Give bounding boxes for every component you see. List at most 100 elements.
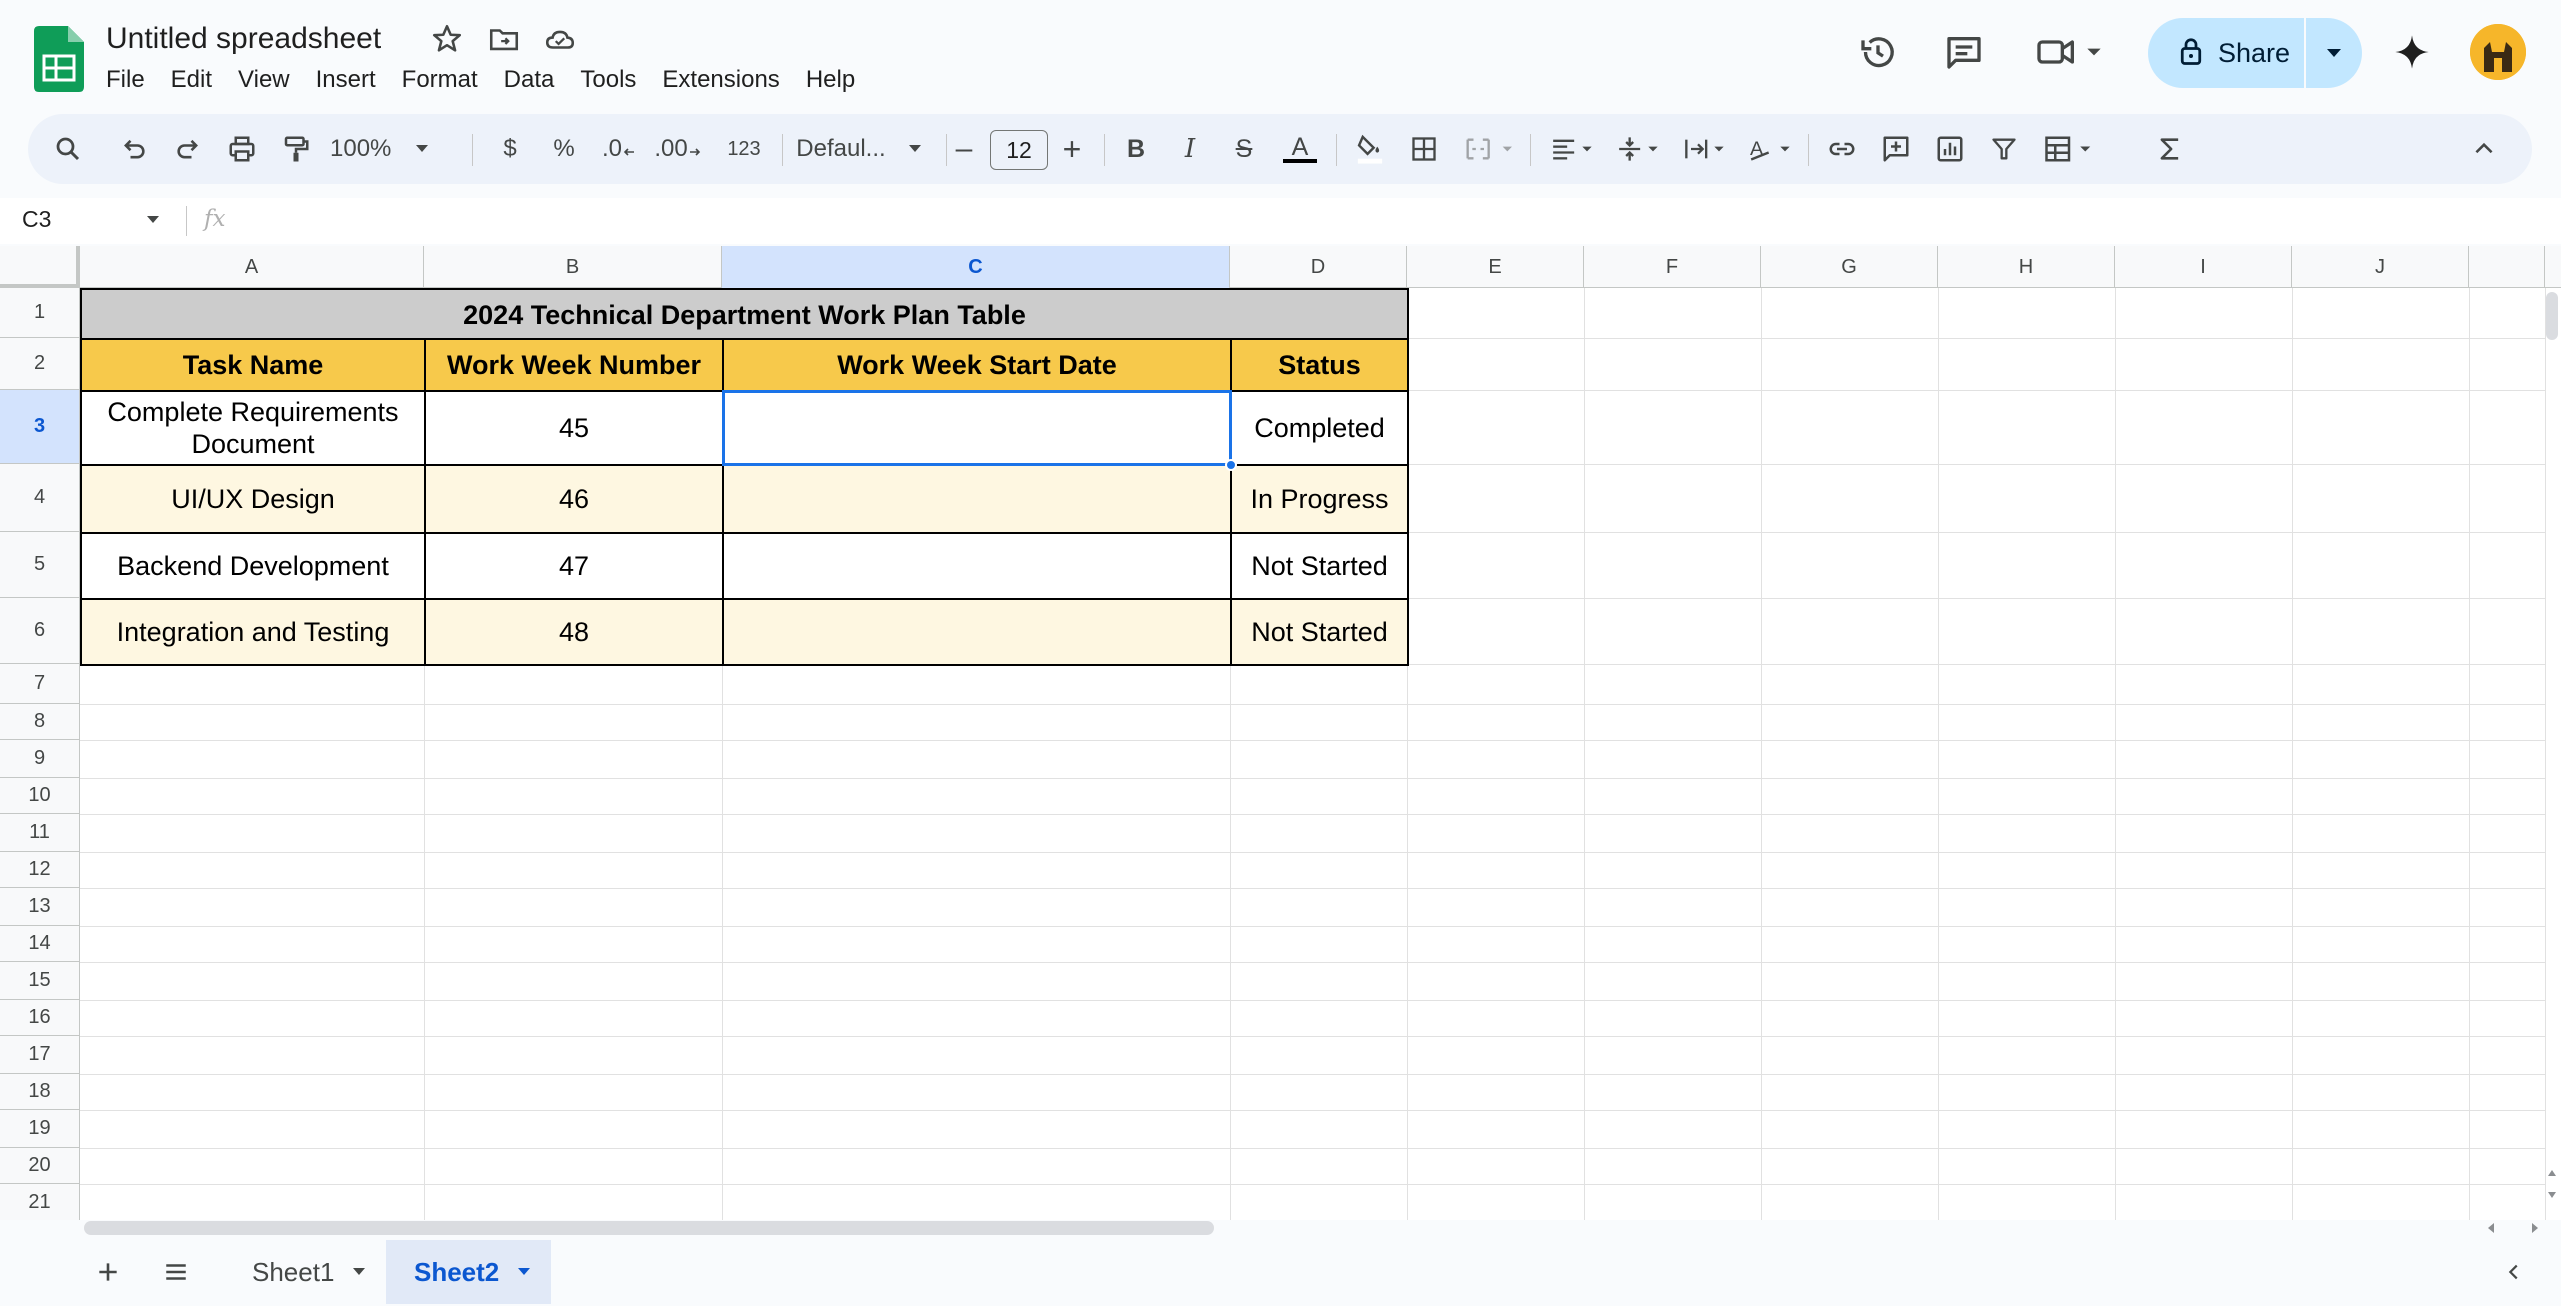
all-sheets-menu-icon[interactable] — [156, 1252, 196, 1292]
column-header-d[interactable]: D — [1230, 246, 1407, 288]
decrease-font-size-button[interactable]: – — [944, 124, 984, 174]
table-cell[interactable] — [722, 532, 1232, 600]
row-header-7[interactable]: 7 — [0, 664, 80, 704]
text-color-button[interactable]: A — [1280, 124, 1320, 174]
table-header-cell[interactable]: Status — [1230, 338, 1409, 392]
row-header-8[interactable]: 8 — [0, 704, 80, 740]
sheet-tab-dropdown-icon[interactable] — [352, 1267, 366, 1277]
italic-button[interactable]: I — [1170, 124, 1210, 174]
menu-file[interactable]: File — [106, 63, 158, 97]
row-header-13[interactable]: 13 — [0, 888, 80, 926]
horizontal-scroll-arrows[interactable] — [2484, 1220, 2544, 1236]
row-header-6[interactable]: 6 — [0, 598, 80, 664]
menu-extensions[interactable]: Extensions — [649, 63, 792, 97]
insert-comment-icon[interactable] — [1876, 124, 1916, 174]
row-header-17[interactable]: 17 — [0, 1036, 80, 1074]
increase-font-size-button[interactable]: + — [1052, 124, 1092, 174]
decrease-decimal-button[interactable]: .0 — [594, 124, 644, 174]
column-header-c[interactable]: C — [722, 246, 1230, 288]
print-icon[interactable] — [222, 124, 262, 174]
share-dropdown-arrow-icon[interactable] — [2306, 18, 2362, 88]
row-header-11[interactable]: 11 — [0, 814, 80, 852]
row-header-4[interactable]: 4 — [0, 464, 80, 532]
gemini-sparkle-icon[interactable] — [2388, 28, 2436, 76]
insert-chart-icon[interactable] — [1930, 124, 1970, 174]
strikethrough-button[interactable]: S — [1224, 124, 1264, 174]
table-cell[interactable]: UI/UX Design — [80, 464, 426, 534]
sheet-tab-dropdown-icon[interactable] — [517, 1267, 531, 1277]
collapse-toolbar-icon[interactable] — [2464, 124, 2504, 174]
add-sheet-icon[interactable] — [88, 1252, 128, 1292]
functions-icon[interactable] — [2150, 124, 2190, 174]
more-formats-button[interactable]: 123 — [714, 124, 774, 174]
table-title-cell[interactable]: 2024 Technical Department Work Plan Tabl… — [80, 288, 1409, 340]
menu-format[interactable]: Format — [389, 63, 491, 97]
font-family-select[interactable]: Defaul... — [774, 124, 944, 174]
share-button[interactable]: Share — [2148, 18, 2362, 88]
row-header-5[interactable]: 5 — [0, 532, 80, 598]
row-header-12[interactable]: 12 — [0, 852, 80, 888]
table-cell[interactable]: 47 — [424, 532, 724, 600]
row-header-18[interactable]: 18 — [0, 1074, 80, 1110]
column-header-overflow[interactable] — [2469, 246, 2545, 288]
row-header-19[interactable]: 19 — [0, 1110, 80, 1148]
merge-cells-icon[interactable] — [1458, 124, 1524, 174]
table-header-cell[interactable]: Work Week Start Date — [722, 338, 1232, 392]
menu-insert[interactable]: Insert — [303, 63, 389, 97]
document-title[interactable]: Untitled spreadsheet — [106, 20, 381, 58]
table-cell[interactable]: 48 — [424, 598, 724, 666]
row-header-1[interactable]: 1 — [0, 288, 80, 338]
comments-icon[interactable] — [1940, 28, 1988, 76]
currency-format-button[interactable]: $ — [490, 124, 530, 174]
zoom-select[interactable]: 100% — [330, 124, 440, 174]
table-cell[interactable]: Completed — [1230, 390, 1409, 466]
menu-view[interactable]: View — [225, 63, 303, 97]
column-header-e[interactable]: E — [1407, 246, 1584, 288]
menu-edit[interactable]: Edit — [158, 63, 225, 97]
share-main[interactable]: Share — [2148, 18, 2304, 88]
version-history-icon[interactable] — [1854, 28, 1902, 76]
table-cell[interactable]: In Progress — [1230, 464, 1409, 534]
select-all-corner[interactable] — [0, 246, 80, 288]
font-size-input[interactable]: 12 — [990, 130, 1048, 170]
row-header-20[interactable]: 20 — [0, 1148, 80, 1184]
column-header-f[interactable]: F — [1584, 246, 1761, 288]
fill-color-icon[interactable] — [1350, 124, 1390, 174]
row-header-16[interactable]: 16 — [0, 1000, 80, 1036]
cloud-saved-icon[interactable] — [543, 22, 577, 56]
vertical-align-icon[interactable] — [1610, 124, 1668, 174]
insert-link-icon[interactable] — [1822, 124, 1862, 174]
name-box[interactable]: C3 — [22, 206, 51, 233]
star-icon[interactable] — [430, 22, 464, 56]
row-header-10[interactable]: 10 — [0, 778, 80, 814]
table-header-cell[interactable]: Work Week Number — [424, 338, 724, 392]
redo-icon[interactable] — [168, 124, 208, 174]
column-header-j[interactable]: J — [2292, 246, 2469, 288]
filter-icon[interactable] — [1984, 124, 2024, 174]
row-header-3[interactable]: 3 — [0, 390, 80, 464]
row-header-14[interactable]: 14 — [0, 926, 80, 962]
text-rotation-icon[interactable]: A — [1742, 124, 1800, 174]
column-header-a[interactable]: A — [80, 246, 424, 288]
column-header-b[interactable]: B — [424, 246, 722, 288]
row-header-21[interactable]: 21 — [0, 1184, 80, 1220]
sheet-tab-sheet1[interactable]: Sheet1 — [224, 1240, 386, 1304]
undo-icon[interactable] — [114, 124, 154, 174]
menu-data[interactable]: Data — [491, 63, 568, 97]
menu-help[interactable]: Help — [793, 63, 868, 97]
table-header-cell[interactable]: Task Name — [80, 338, 426, 392]
meet-video-icon[interactable] — [2034, 28, 2114, 76]
table-cell[interactable]: Integration and Testing — [80, 598, 426, 666]
row-header-2[interactable]: 2 — [0, 338, 80, 390]
sheet-tab-sheet2[interactable]: Sheet2 — [386, 1240, 552, 1304]
increase-decimal-button[interactable]: .00 — [648, 124, 708, 174]
vertical-scroll-arrows[interactable] — [2545, 1162, 2559, 1206]
percent-format-button[interactable]: % — [544, 124, 584, 174]
fill-handle[interactable] — [1225, 459, 1237, 471]
table-cell[interactable] — [722, 464, 1232, 534]
name-box-dropdown-icon[interactable] — [146, 212, 160, 230]
paint-format-icon[interactable] — [276, 124, 316, 174]
horizontal-scrollbar-thumb[interactable] — [84, 1221, 1214, 1235]
table-cell[interactable]: Not Started — [1230, 598, 1409, 666]
column-header-i[interactable]: I — [2115, 246, 2292, 288]
